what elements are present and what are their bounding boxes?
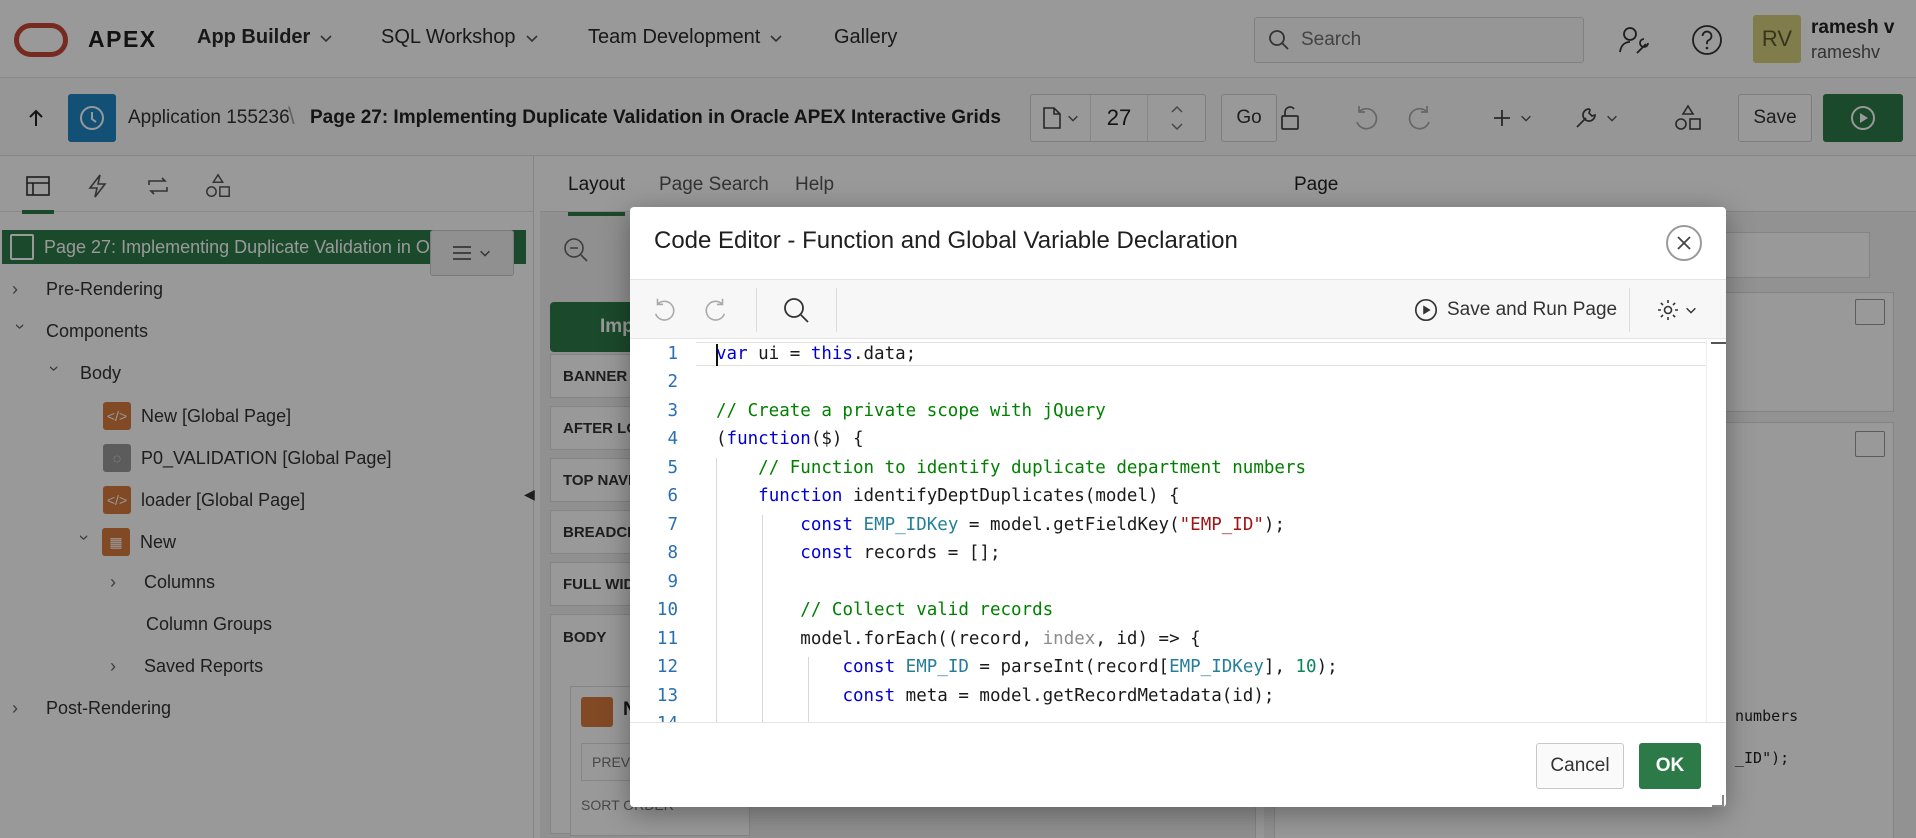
- scrollbar-thumb[interactable]: [1711, 342, 1726, 344]
- close-icon: [1677, 236, 1691, 250]
- line-number: 3: [667, 401, 678, 421]
- code-editor[interactable]: 1 2 3 4 5 6 7 8 9 10 11 12 13 14 var ui …: [630, 340, 1726, 722]
- code-line: // Collect valid records: [800, 600, 1054, 620]
- line-number: 7: [667, 515, 678, 535]
- line-number: 11: [656, 629, 678, 649]
- save-and-run-label: Save and Run Page: [1447, 299, 1618, 320]
- undo-icon[interactable]: [644, 290, 684, 330]
- line-number: 1: [667, 344, 678, 364]
- line-number: 13: [656, 686, 678, 706]
- toolbar-divider: [1629, 288, 1630, 332]
- toolbar-divider: [756, 288, 757, 332]
- line-number: 5: [667, 458, 678, 478]
- close-button[interactable]: [1666, 225, 1702, 261]
- line-number: 2: [667, 372, 678, 392]
- editor-settings-button[interactable]: [1650, 290, 1704, 330]
- editor-vertical-scrollbar[interactable]: [1706, 340, 1726, 722]
- line-number-gutter: 1 2 3 4 5 6 7 8 9 10 11 12 13 14: [630, 340, 696, 722]
- play-icon: [1414, 298, 1438, 322]
- line-number: 6: [667, 486, 678, 506]
- code-line: // Create a private scope with jQuery: [716, 401, 1106, 421]
- save-and-run-button[interactable]: Save and Run Page: [1413, 292, 1617, 328]
- code-line: model.forEach((record, index, id) => {: [716, 629, 1201, 649]
- line-number: 14: [630, 714, 678, 722]
- resize-handle[interactable]: [1712, 795, 1724, 807]
- code-line: const EMP_IDKey = model.getFieldKey("EMP…: [800, 515, 1285, 535]
- code-line: const EMP_ID = parseInt(record[EMP_IDKey…: [842, 657, 1338, 677]
- code-line: function identifyDeptDuplicates(model) {: [758, 486, 1180, 506]
- line-number: 9: [667, 572, 678, 592]
- code-line: (function($) {: [716, 429, 864, 449]
- editor-toolbar: Save and Run Page: [630, 279, 1726, 339]
- dialog-footer: Cancel OK: [630, 722, 1726, 807]
- line-number: 4: [667, 429, 678, 449]
- line-number: 12: [656, 657, 678, 677]
- chevron-down-icon: [1686, 307, 1696, 314]
- code-editor-dialog: Code Editor - Function and Global Variab…: [630, 207, 1726, 807]
- gear-icon: [1658, 300, 1678, 320]
- line-number: 10: [656, 600, 678, 620]
- code-line: const records = [];: [800, 543, 1001, 563]
- toolbar-divider: [836, 288, 837, 332]
- redo-icon[interactable]: [696, 290, 736, 330]
- cancel-button[interactable]: Cancel: [1536, 743, 1624, 789]
- ok-button[interactable]: OK: [1639, 743, 1701, 789]
- search-icon[interactable]: [776, 290, 816, 330]
- code-line: const meta = model.getRecordMetadata(id)…: [842, 686, 1275, 706]
- dialog-title: Code Editor - Function and Global Variab…: [654, 227, 1238, 254]
- code-line: var ui = this.data;: [716, 344, 917, 364]
- code-line: // Function to identify duplicate depart…: [758, 458, 1307, 478]
- line-number: 8: [667, 543, 678, 563]
